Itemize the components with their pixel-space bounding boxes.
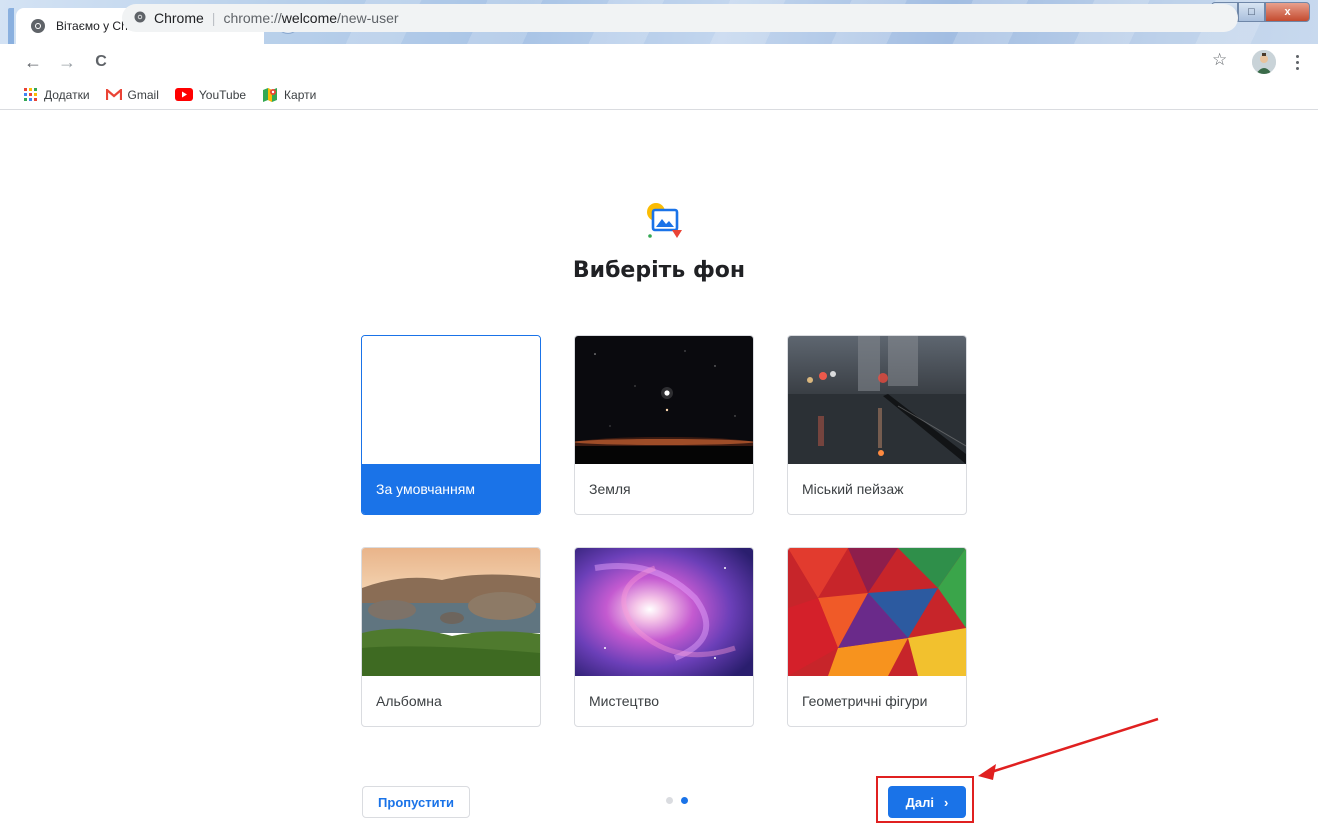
youtube-icon <box>174 88 193 101</box>
forward-button[interactable]: → <box>54 49 80 75</box>
site-label: Chrome <box>154 10 204 26</box>
bookmark-star-icon[interactable]: ☆ <box>1212 50 1227 70</box>
earth-thumbnail <box>575 336 753 464</box>
menu-icon[interactable] <box>1290 50 1304 74</box>
bookmark-label: Gmail <box>127 87 159 102</box>
bookmark-label: Карти <box>284 87 317 102</box>
back-button[interactable]: ← <box>20 49 46 75</box>
url-path: /new-user <box>337 10 399 26</box>
step-dot-active <box>681 797 688 804</box>
background-card-geometric[interactable]: Геометричні фігури <box>787 547 967 727</box>
url-separator: | <box>211 10 216 26</box>
annotation-highlight-box <box>876 776 974 823</box>
landscape-thumbnail <box>362 548 540 676</box>
toolbar: ← → C <box>0 44 1318 80</box>
url-host: welcome <box>281 10 338 26</box>
background-card-earth[interactable]: Земля <box>574 335 754 515</box>
url-scheme: chrome:// <box>223 10 282 26</box>
bookmark-label: Додатки <box>44 87 90 102</box>
cityscape-thumbnail <box>788 336 966 464</box>
maximize-button[interactable]: □ <box>1238 2 1265 22</box>
background-card-default[interactable]: За умовчанням <box>361 335 541 515</box>
chrome-site-icon <box>134 10 146 26</box>
apps-grid-icon <box>24 87 38 102</box>
gmail-icon <box>105 88 122 101</box>
background-card-cityscape[interactable]: Міський пейзаж <box>787 335 967 515</box>
tab-strip-edge <box>8 8 14 44</box>
address-bar[interactable]: Chrome | chrome:// welcome /new-user <box>122 4 1238 32</box>
skip-button[interactable]: Пропустити <box>362 786 470 818</box>
bookmark-youtube[interactable]: YouTube <box>174 87 247 102</box>
reload-button[interactable]: C <box>88 49 114 75</box>
card-label: Геометричні фігури <box>802 693 928 709</box>
background-card-landscape[interactable]: Альбомна <box>361 547 541 727</box>
background-picker-icon <box>644 200 686 242</box>
maps-icon <box>262 87 278 103</box>
card-label: Мистецтво <box>589 693 660 709</box>
card-label: Міський пейзаж <box>802 481 904 497</box>
card-label: Альбомна <box>376 693 442 709</box>
profile-avatar[interactable] <box>1252 50 1276 74</box>
bookmark-maps[interactable]: Карти <box>262 87 316 103</box>
card-thumbnail <box>362 336 540 464</box>
background-card-art[interactable]: Мистецтво <box>574 547 754 727</box>
bookmark-apps[interactable]: Додатки <box>24 87 90 102</box>
card-label: За умовчанням <box>362 464 540 514</box>
geometric-thumbnail <box>788 548 966 676</box>
page-title: Виберіть фон <box>572 258 746 283</box>
art-thumbnail <box>575 548 753 676</box>
chrome-favicon-icon <box>30 18 46 34</box>
step-indicator <box>666 797 688 804</box>
step-dot <box>666 797 673 804</box>
card-label: Земля <box>589 481 631 497</box>
bookmark-label: YouTube <box>198 87 247 102</box>
bookmark-gmail[interactable]: Gmail <box>105 87 159 102</box>
close-window-button[interactable]: x <box>1265 2 1310 22</box>
bookmarks-bar: Додатки Gmail YouTube Карти <box>0 80 1318 110</box>
